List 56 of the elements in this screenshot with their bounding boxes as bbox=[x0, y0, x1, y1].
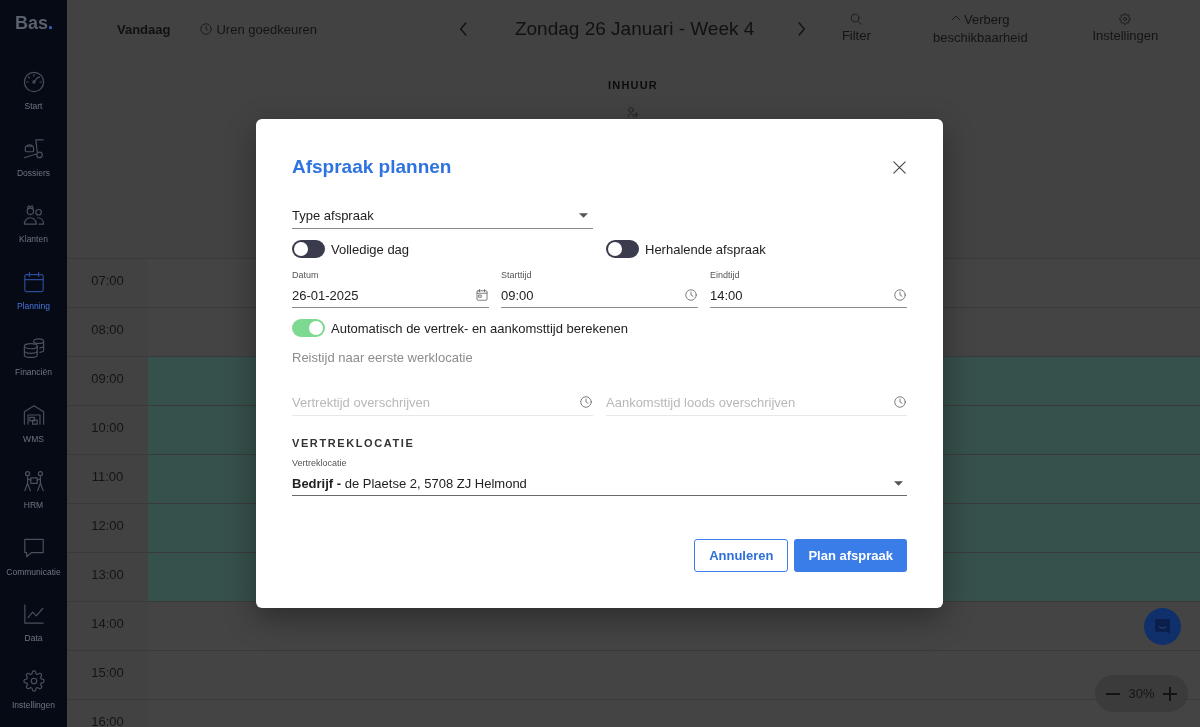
clock-icon[interactable] bbox=[894, 396, 906, 408]
clock-icon bbox=[200, 23, 213, 35]
field-label: Vertreklocatie bbox=[292, 457, 348, 469]
location-select[interactable]: Bedrijf - de Plaetse 2, 5708 ZJ Helmond bbox=[292, 471, 907, 496]
sidebar-item[interactable]: HRM bbox=[0, 457, 67, 524]
settings-icon bbox=[22, 669, 45, 692]
cancel-button[interactable]: Annuleren bbox=[694, 539, 789, 572]
gauge-icon bbox=[22, 71, 45, 94]
chevron-left-icon[interactable] bbox=[458, 22, 467, 36]
sidebar-item[interactable]: Klanten bbox=[0, 191, 67, 258]
dropdown-caret-icon bbox=[579, 212, 588, 218]
people-icon bbox=[22, 204, 45, 227]
field-label: Starttijd bbox=[501, 269, 533, 281]
sidebar-item[interactable]: Instellingen bbox=[0, 656, 67, 723]
settings-icon bbox=[1119, 13, 1132, 25]
clock-icon[interactable] bbox=[894, 289, 906, 301]
sidebar-item[interactable]: Planning bbox=[0, 257, 67, 324]
warehouse-icon bbox=[22, 403, 45, 426]
logo: Bas. bbox=[14, 12, 55, 35]
clock-icon[interactable] bbox=[685, 289, 697, 301]
section-title: VERTREKLOCATIE bbox=[292, 436, 416, 450]
hand-truck-icon bbox=[22, 137, 45, 160]
toggle-label: Herhalende afspraak bbox=[645, 241, 766, 257]
chat-bubble-icon bbox=[22, 536, 45, 559]
travel-note: Reistijd naar eerste werklocatie bbox=[292, 349, 474, 367]
sidebar-item[interactable]: Dossiers bbox=[0, 124, 67, 191]
caret-up-icon bbox=[951, 15, 962, 21]
chevron-right-icon[interactable] bbox=[798, 22, 807, 36]
clock-icon[interactable] bbox=[580, 396, 592, 408]
time-field[interactable]: 14:00 bbox=[710, 283, 907, 308]
submit-button[interactable]: Plan afspraak bbox=[794, 539, 907, 572]
toggle-switch[interactable] bbox=[292, 319, 325, 337]
sidebar-item[interactable]: Data bbox=[0, 590, 67, 657]
time-field[interactable]: 09:00 bbox=[501, 283, 698, 308]
date-field[interactable]: 26-01-2025 bbox=[292, 283, 489, 308]
type-select[interactable]: Type afspraak bbox=[292, 202, 593, 229]
close-icon[interactable] bbox=[893, 160, 906, 174]
calendar-icon bbox=[22, 270, 45, 293]
toggle-label: Automatisch de vertrek- en aankomsttijd berekenen bbox=[331, 320, 628, 336]
sidebar-item[interactable]: Financiën bbox=[0, 324, 67, 391]
sidebar-item[interactable]: Start bbox=[0, 58, 67, 125]
coins-icon bbox=[22, 337, 45, 360]
dialog-title: Afspraak plannen bbox=[292, 155, 452, 179]
field-label: Eindtijd bbox=[710, 269, 741, 281]
line-chart-icon bbox=[22, 603, 45, 626]
calendar-icon[interactable] bbox=[476, 289, 488, 301]
sidebar-item[interactable]: Communicatie bbox=[0, 523, 67, 590]
chat-bubble-icon bbox=[1155, 619, 1170, 634]
toggle-switch[interactable] bbox=[292, 240, 325, 258]
dropdown-caret-icon bbox=[894, 480, 903, 486]
field-label: Datum bbox=[292, 269, 320, 281]
team-icon bbox=[22, 470, 45, 493]
toggle-label: Volledige dag bbox=[331, 241, 410, 257]
toggle-switch[interactable] bbox=[606, 240, 639, 258]
search-icon bbox=[850, 13, 863, 25]
sidebar-item[interactable]: WMS bbox=[0, 390, 67, 457]
